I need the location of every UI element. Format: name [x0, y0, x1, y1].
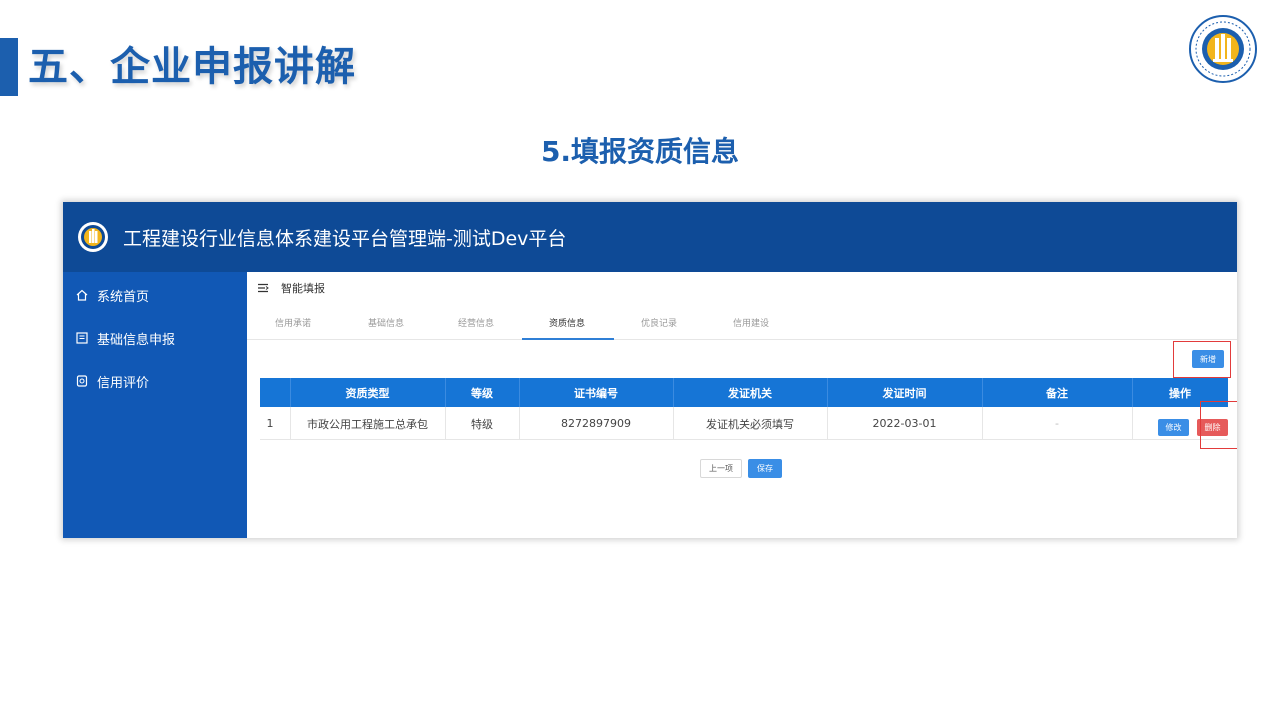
column-header-authority: 发证机关: [728, 386, 772, 400]
column-divider: [445, 407, 446, 440]
home-icon: [76, 289, 88, 301]
column-header-level: 等级: [471, 386, 493, 400]
column-divider: [982, 378, 983, 407]
main-content: 智能填报 信用承诺 基础信息 经营信息 资质信息 优良记录 信用建设 新增 资质…: [247, 272, 1237, 538]
column-divider: [290, 407, 291, 440]
cell-authority: 发证机关必须填写: [706, 417, 794, 431]
column-divider: [673, 378, 674, 407]
table-row: 1 市政公用工程施工总承包 特级 8272897909 发证机关必须填写 202…: [260, 407, 1228, 440]
column-divider: [673, 407, 674, 440]
column-divider: [982, 407, 983, 440]
cell-level: 特级: [471, 417, 493, 431]
table-header: 资质类型 等级 证书编号 发证机关 发证时间 备注 操作: [260, 378, 1228, 407]
edit-button[interactable]: 修改: [1158, 419, 1189, 436]
app-header: 工程建设行业信息体系建设平台管理端-测试Dev平台: [63, 202, 1237, 272]
organization-seal-icon: [1189, 15, 1257, 83]
column-divider: [827, 378, 828, 407]
previous-step-button[interactable]: 上一项: [700, 459, 742, 478]
cell-type: 市政公用工程施工总承包: [307, 417, 428, 431]
credit-icon: [76, 375, 88, 387]
app-logo-icon: [78, 222, 108, 252]
column-divider: [1132, 407, 1133, 440]
highlight-box-add: [1173, 341, 1231, 378]
app-title: 工程建设行业信息体系建设平台管理端-测试Dev平台: [123, 228, 567, 250]
breadcrumb: 智能填报: [257, 280, 325, 296]
sidebar-item-home[interactable]: 系统首页: [75, 284, 149, 306]
slide-title: 五、企业申报讲解: [28, 44, 356, 90]
cell-cert-no: 8272897909: [561, 417, 631, 430]
column-divider: [519, 378, 520, 407]
app-window: 工程建设行业信息体系建设平台管理端-测试Dev平台 系统首页 基础信息申报 信用…: [63, 202, 1237, 538]
sidebar-item-credit-evaluation[interactable]: 信用评价: [75, 370, 149, 392]
sidebar-item-label: 信用评价: [97, 375, 150, 391]
menu-icon[interactable]: [257, 282, 269, 294]
sidebar-item-label: 基础信息申报: [97, 332, 176, 348]
column-header-remark: 备注: [1046, 386, 1068, 400]
tab-credit-building[interactable]: 信用建设: [733, 316, 769, 329]
tab-credit-commitment[interactable]: 信用承诺: [275, 316, 311, 329]
column-divider: [519, 407, 520, 440]
tab-good-records[interactable]: 优良记录: [641, 316, 677, 329]
column-divider: [1132, 378, 1133, 407]
active-tab-indicator: [522, 338, 614, 340]
slide-subtitle: 5.填报资质信息: [540, 135, 740, 168]
cell-index: 1: [266, 417, 274, 430]
column-divider: [290, 378, 291, 407]
column-divider: [445, 378, 446, 407]
column-header-date: 发证时间: [882, 386, 927, 400]
breadcrumb-label: 智能填报: [281, 282, 325, 295]
save-button[interactable]: 保存: [748, 459, 782, 478]
sidebar-item-label: 系统首页: [97, 289, 150, 305]
tab-basic-info[interactable]: 基础信息: [368, 316, 404, 329]
form-icon: [76, 332, 88, 344]
column-header-cert-no: 证书编号: [574, 386, 618, 400]
tab-business-info[interactable]: 经营信息: [458, 316, 494, 329]
highlight-box-actions: [1200, 401, 1237, 449]
cell-remark: -: [1055, 417, 1059, 430]
sidebar: 系统首页 基础信息申报 信用评价: [63, 272, 247, 538]
tab-bar: 信用承诺 基础信息 经营信息 资质信息 优良记录 信用建设: [247, 302, 1237, 340]
column-divider: [827, 407, 828, 440]
column-header-type: 资质类型: [345, 386, 390, 400]
tab-qualification-info[interactable]: 资质信息: [549, 316, 585, 329]
sidebar-item-basic-info[interactable]: 基础信息申报: [75, 327, 175, 349]
title-accent-bar: [0, 38, 18, 96]
column-header-index: [260, 378, 290, 407]
cell-date: 2022-03-01: [872, 417, 937, 430]
